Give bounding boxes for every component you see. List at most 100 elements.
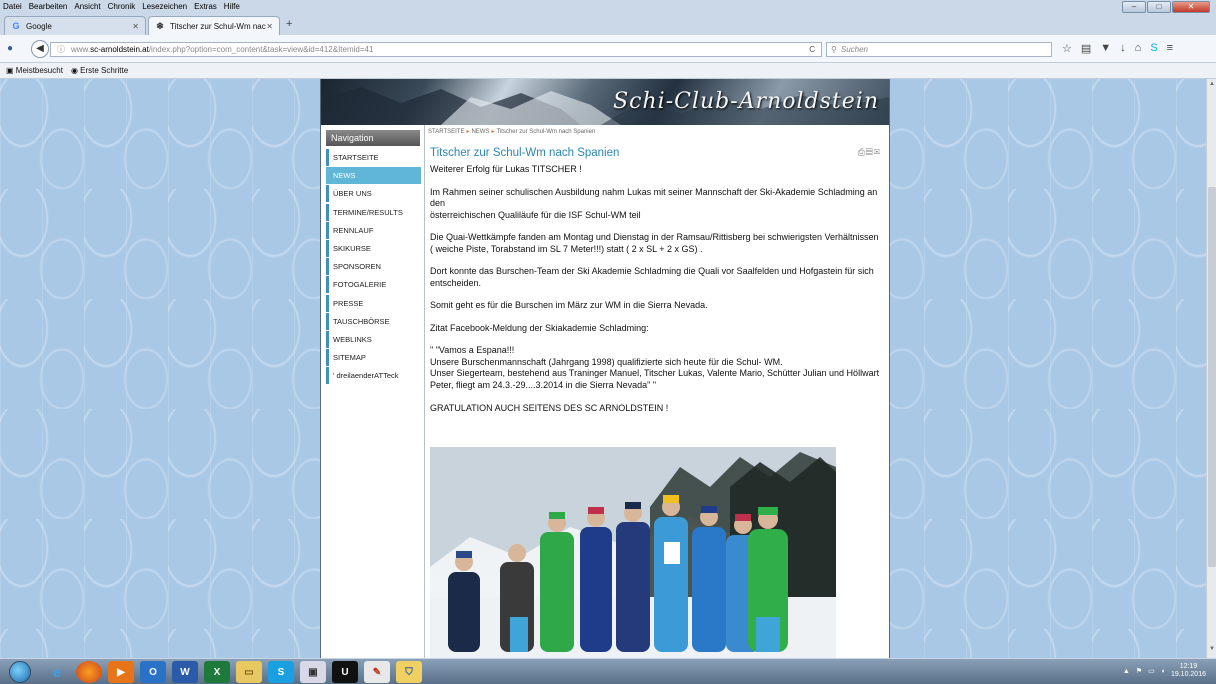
sidebar-item-sitemap[interactable]: SITEMAP bbox=[326, 349, 421, 367]
team-photo[interactable] bbox=[430, 447, 836, 658]
outlook-icon[interactable]: O bbox=[140, 661, 166, 683]
maximize-button[interactable]: □ bbox=[1147, 1, 1171, 13]
site-banner: Schi-Club-Arnoldstein bbox=[321, 79, 889, 125]
paragraph-text: österreichischen Qualiläufe für die ISF … bbox=[430, 209, 641, 220]
search-placeholder: Suchen bbox=[840, 45, 868, 54]
email-icon[interactable]: ✉ bbox=[874, 147, 881, 157]
sidebar-item-startseite[interactable]: STARTSEITE bbox=[326, 149, 421, 166]
pdf-icon[interactable]: ⎙ bbox=[858, 147, 866, 157]
bookmark-label: Meistbesucht bbox=[15, 66, 63, 75]
close-tab-icon[interactable]: ✕ bbox=[132, 22, 139, 31]
sidebar-item-termine-results[interactable]: TERMINE/RESULTS bbox=[326, 203, 421, 221]
explorer-folder-icon[interactable]: ▭ bbox=[236, 661, 262, 683]
tab-google[interactable]: G Google ✕ bbox=[4, 16, 146, 35]
scroll-down-icon[interactable]: ▼ bbox=[1207, 646, 1216, 656]
article-paragraph: Zitat Facebook-Meldung der Skiakademie S… bbox=[430, 322, 649, 333]
print-icon[interactable]: ▤ bbox=[866, 147, 874, 157]
menu-bar: Datei Bearbeiten Ansicht Chronik Lesezei… bbox=[0, 0, 1216, 13]
start-button[interactable] bbox=[9, 661, 31, 683]
firefox-icon[interactable] bbox=[76, 661, 102, 683]
menu-datei[interactable]: Datei bbox=[3, 2, 22, 11]
sidebar-item-skikurse[interactable]: SKIKURSE bbox=[326, 239, 421, 257]
vertical-scrollbar[interactable]: ▲ ▼ bbox=[1206, 79, 1216, 658]
tab-title: Titscher zur Schul-Wm nac... bbox=[170, 21, 267, 31]
toolbar-icons: ☆ ▤ ▼ ↓ ⌂ S ≡ bbox=[1062, 42, 1173, 55]
sidebar-item-rennlauf[interactable]: RENNLAUF bbox=[326, 221, 421, 239]
media-player-icon[interactable]: ▶ bbox=[108, 661, 134, 683]
menu-hilfe[interactable]: Hilfe bbox=[224, 2, 240, 11]
info-icon[interactable]: ⓘ bbox=[57, 44, 65, 55]
nav-list: STARTSEITE NEWS ÜBER UNS TERMINE/RESULTS… bbox=[326, 149, 421, 385]
menu-icon[interactable]: ≡ bbox=[1167, 42, 1173, 55]
skype-icon[interactable]: S bbox=[268, 661, 294, 683]
sidebar-item-weblinks[interactable]: WEBLINKS bbox=[326, 330, 421, 348]
close-tab-icon[interactable]: ✕ bbox=[266, 22, 273, 31]
new-tab-button[interactable]: + bbox=[286, 18, 292, 30]
photo-app-icon[interactable]: ▣ bbox=[300, 661, 326, 683]
sidebar-item-ueber-uns[interactable]: ÜBER UNS bbox=[326, 185, 421, 203]
reload-icon[interactable]: C bbox=[809, 45, 815, 54]
sidebar-item-tauschboerse[interactable]: TAUSCHBÖRSE bbox=[326, 312, 421, 330]
system-tray: ▲ ⚑ ▭ ◖ 12:19 19.10.2016 bbox=[1123, 663, 1206, 679]
download-icon[interactable]: ↓ bbox=[1120, 42, 1126, 55]
bookmarks-list-icon[interactable]: ▤ bbox=[1081, 42, 1091, 55]
breadcrumb-separator-icon: ▸ bbox=[466, 129, 470, 135]
sidebar: Navigation STARTSEITE NEWS ÜBER UNS TERM… bbox=[321, 125, 425, 658]
sidebar-item-sponsoren[interactable]: SPONSOREN bbox=[326, 258, 421, 276]
article-subtitle: Weiterer Erfolg für Lukas TITSCHER ! bbox=[430, 164, 582, 174]
sidebar-item-fotogalerie[interactable]: FOTOGALERIE bbox=[326, 276, 421, 294]
menu-lesezeichen[interactable]: Lesezeichen bbox=[142, 2, 187, 11]
menu-extras[interactable]: Extras bbox=[194, 2, 217, 11]
menu-chronik[interactable]: Chronik bbox=[108, 2, 136, 11]
search-icon: ⚲ bbox=[831, 45, 837, 54]
firefox-icon: ● bbox=[7, 43, 14, 54]
scroll-up-icon[interactable]: ▲ bbox=[1207, 81, 1216, 91]
shield-icon[interactable]: ⛉ bbox=[396, 661, 422, 683]
url-prefix: www. bbox=[71, 45, 91, 54]
breadcrumb-news[interactable]: NEWS bbox=[471, 129, 489, 135]
close-window-button[interactable]: ✕ bbox=[1172, 1, 1210, 13]
bookmark-star-icon[interactable]: ☆ bbox=[1062, 42, 1072, 55]
sidebar-item-news[interactable]: NEWS bbox=[326, 167, 421, 185]
network-icon[interactable]: ▭ bbox=[1148, 667, 1155, 675]
bookmark-label: Erste Schritte bbox=[80, 66, 129, 75]
sidebar-item-dreilaendereck[interactable]: ' dreilaenderATTeck bbox=[326, 367, 421, 385]
nav-header: Navigation bbox=[326, 130, 420, 146]
bookmark-erste-schritte[interactable]: ◉ Erste Schritte bbox=[71, 66, 128, 75]
tab-bar: G Google ✕ ❄ Titscher zur Schul-Wm nac..… bbox=[0, 13, 1216, 35]
menu-bearbeiten[interactable]: Bearbeiten bbox=[29, 2, 68, 11]
article-congrats: GRATULATION AUCH SEITENS DES SC ARNOLDST… bbox=[430, 403, 669, 413]
back-button[interactable]: ◀ bbox=[31, 40, 49, 58]
flag-icon[interactable]: ⚑ bbox=[1136, 667, 1142, 675]
search-input[interactable]: ⚲ Suchen bbox=[826, 42, 1052, 57]
home-icon[interactable]: ⌂ bbox=[1135, 42, 1142, 55]
taskbar: e ▶ O W X ▭ S ▣ U ✎ ⛉ ▲ ⚑ ▭ ◖ 12:19 19.1… bbox=[0, 658, 1216, 684]
tray-arrow-icon[interactable]: ▲ bbox=[1123, 668, 1130, 675]
internet-explorer-icon[interactable]: e bbox=[44, 661, 70, 683]
minimize-button[interactable]: – bbox=[1122, 1, 1146, 13]
article-paragraph: Dort konnte das Burschen-Team der Ski Ak… bbox=[430, 266, 874, 288]
sidebar-item-presse[interactable]: PRESSE bbox=[326, 294, 421, 312]
skype-icon[interactable]: S bbox=[1150, 42, 1157, 55]
scroll-thumb[interactable] bbox=[1208, 187, 1216, 567]
excel-icon[interactable]: X bbox=[204, 661, 230, 683]
editor-icon[interactable]: ✎ bbox=[364, 661, 390, 683]
menu-ansicht[interactable]: Ansicht bbox=[74, 2, 100, 11]
pocket-icon[interactable]: ▼ bbox=[1100, 42, 1111, 55]
snowflake-icon: ❄ bbox=[156, 21, 164, 31]
ultraedit-icon[interactable]: U bbox=[332, 661, 358, 683]
tab-titscher[interactable]: ❄ Titscher zur Schul-Wm nac... ✕ bbox=[148, 16, 280, 35]
tab-title: Google bbox=[26, 21, 52, 31]
breadcrumb-startseite[interactable]: STARTSEITE bbox=[428, 129, 464, 135]
breadcrumb: STARTSEITE ▸ NEWS ▸ Titscher zur Schul-Wm na… bbox=[428, 128, 595, 135]
volume-icon[interactable]: ◖ bbox=[1161, 668, 1165, 675]
url-bar[interactable]: ⓘ www. sc-arnoldstein.at/index.php?option… bbox=[50, 42, 822, 57]
bookmark-meistbesucht[interactable]: ▣ Meistbesucht bbox=[6, 66, 63, 75]
quote-line: " "Vamos a Espana!!! bbox=[430, 345, 515, 355]
breadcrumb-current: Titscher zur Schul-Wm nach Spanien bbox=[496, 129, 596, 135]
word-icon[interactable]: W bbox=[172, 661, 198, 683]
clock[interactable]: 12:19 19.10.2016 bbox=[1171, 663, 1206, 679]
quote-line: Unsere Burschenmannschaft (Jahrgang 1998… bbox=[430, 356, 783, 367]
article-body: Weiterer Erfolg für Lukas TITSCHER ! Im … bbox=[430, 164, 880, 426]
clock-time: 12:19 bbox=[1179, 663, 1198, 670]
